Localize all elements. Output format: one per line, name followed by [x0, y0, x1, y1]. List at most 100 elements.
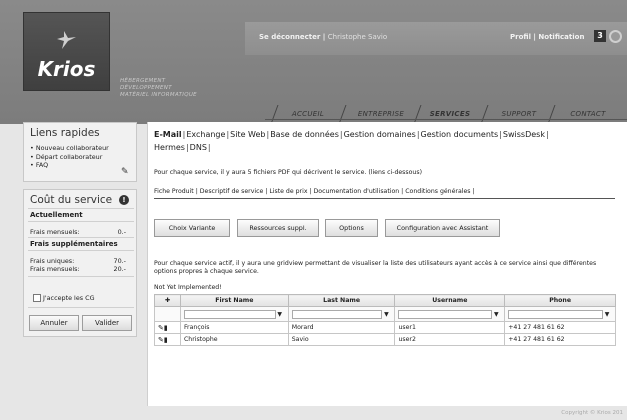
cell-phone: +41 27 481 61 62	[504, 321, 616, 334]
divider	[28, 237, 134, 238]
doc-tab-product-sheet[interactable]: Fiche Produit	[154, 188, 194, 195]
cost-title: Coût du service	[30, 194, 113, 206]
divider	[28, 221, 134, 222]
unique-costs-label: Frais uniques:	[30, 257, 75, 265]
filter-username[interactable]: ▼	[394, 306, 506, 322]
unique-costs-value: 70.-	[113, 257, 126, 265]
divider	[28, 250, 134, 251]
filter-last-name[interactable]: ▼	[287, 306, 396, 322]
tab-domains[interactable]: Gestion domaines	[344, 130, 416, 139]
divider	[28, 307, 134, 308]
tab-site-web[interactable]: Site Web	[230, 130, 265, 139]
divider	[28, 208, 134, 209]
extra-resources-button[interactable]: Ressources suppl.	[237, 219, 319, 237]
tab-dns[interactable]: DNS	[190, 143, 207, 152]
gridview-description: Pour chaque service actif, il y aura une…	[154, 260, 597, 275]
cancel-button[interactable]: Annuler	[29, 315, 79, 331]
add-row-icon[interactable]: ✚	[154, 294, 181, 307]
choose-variant-button[interactable]: Choix Variante	[154, 219, 230, 237]
brand-name: Krios	[37, 57, 96, 81]
cell-first-name: François	[179, 321, 289, 334]
nav-accueil[interactable]: ACCUEIL	[279, 104, 337, 124]
col-last-name[interactable]: Last Name	[287, 294, 396, 307]
quicklinks-panel: Liens rapides Nouveau collaborateur Dépa…	[23, 122, 137, 182]
nav-support[interactable]: SUPPORT	[490, 104, 548, 124]
notification-link[interactable]: Notification	[538, 33, 584, 41]
logout-area[interactable]: Se déconnecter | Christophe Savio	[259, 33, 387, 41]
chevron-down-icon: ▼	[604, 310, 610, 318]
grid-filter-row: ▼ ▼ ▼ ▼	[154, 306, 616, 322]
options-button[interactable]: Options	[325, 219, 378, 237]
accept-terms-checkbox[interactable]	[33, 294, 41, 302]
cost-panel: Coût du service ! Actuellement Frais men…	[23, 189, 137, 337]
divider	[28, 276, 134, 277]
cell-username: user2	[394, 333, 506, 346]
tab-database[interactable]: Base de données	[270, 130, 339, 139]
quicklink-faq[interactable]: FAQ	[30, 161, 109, 170]
filter-empty-cell	[154, 306, 181, 322]
logout-link[interactable]: Se déconnecter	[259, 33, 320, 41]
nav-baseline	[265, 119, 627, 120]
delete-icon[interactable]: ▮	[164, 324, 168, 332]
extra-costs-label: Frais supplémentaires	[30, 240, 118, 248]
extra-monthly-label: Frais mensuels:	[30, 265, 80, 273]
col-first-name[interactable]: First Name	[179, 294, 289, 307]
table-row: ✎▮ François Morard user1 +41 27 481 61 6…	[154, 321, 616, 334]
service-tabs: E-Mail|Exchange|Site Web|Base de données…	[154, 130, 549, 152]
profile-area: Profil | Notification	[510, 33, 585, 41]
monthly-label: Frais mensuels:	[30, 228, 80, 236]
not-implemented-label: Not Yet Implemented!	[154, 284, 222, 291]
doc-tab-user-documentation[interactable]: Documentation d'utilisation	[314, 188, 400, 195]
col-username[interactable]: Username	[394, 294, 506, 307]
main-nav: ACCUEIL ENTREPRISE SERVICES SUPPORT CONT…	[0, 104, 627, 124]
profil-link[interactable]: Profil	[510, 33, 531, 41]
pencil-icon[interactable]: ✎	[121, 167, 129, 177]
nav-services[interactable]: SERVICES	[421, 104, 479, 124]
quicklink-new-collaborator[interactable]: Nouveau collaborateur	[30, 144, 109, 153]
configuration-wizard-button[interactable]: Configuration avec Assistant	[385, 219, 500, 237]
main-panel: E-Mail|Exchange|Site Web|Base de données…	[147, 122, 627, 406]
row-actions: ✎▮	[154, 333, 181, 346]
nav-contact[interactable]: CONTACT	[558, 104, 618, 124]
quicklink-leaving-collaborator[interactable]: Départ collaborateur	[30, 153, 109, 162]
info-icon[interactable]: !	[119, 195, 129, 205]
accept-terms-label: J'accepte les CG	[43, 294, 95, 302]
document-tabs: Fiche Produit | Descriptif de service | …	[154, 188, 475, 195]
tagline: HÉBERGEMENT DÉVELOPPEMENT MATÉRIEL INFOR…	[120, 78, 197, 98]
bird-logo-icon	[57, 31, 76, 49]
monthly-value: 0.-	[117, 228, 126, 236]
quicklinks-list: Nouveau collaborateur Départ collaborate…	[30, 144, 109, 170]
grid-header-row: ✚ First Name Last Name Username Phone	[154, 294, 616, 307]
filter-phone[interactable]: ▼	[504, 306, 616, 322]
chevron-down-icon: ▼	[384, 310, 389, 318]
quicklinks-title: Liens rapides	[30, 127, 100, 139]
cell-username: user1	[394, 321, 506, 334]
cell-last-name: Savio	[287, 333, 396, 346]
users-grid: ✚ First Name Last Name Username Phone ▼ …	[154, 294, 616, 346]
tab-documents[interactable]: Gestion documents	[421, 130, 499, 139]
settings-gear-icon[interactable]	[609, 30, 622, 43]
delete-icon[interactable]: ▮	[164, 336, 168, 344]
tab-swissdesk[interactable]: SwissDesk	[503, 130, 545, 139]
filter-first-name[interactable]: ▼	[179, 306, 289, 322]
tab-exchange[interactable]: Exchange	[186, 130, 225, 139]
doc-tab-service-description[interactable]: Descriptif de service	[200, 188, 264, 195]
table-row: ✎▮ Christophe Savio user2 +41 27 481 61 …	[154, 333, 616, 346]
user-name: Christophe Savio	[327, 33, 388, 41]
intro-text: Pour chaque service, il y aura 5 fichier…	[154, 169, 422, 176]
col-phone[interactable]: Phone	[504, 294, 616, 307]
krios-logo[interactable]: Krios	[23, 12, 110, 91]
tab-hermes[interactable]: Hermes	[154, 143, 185, 152]
current-label: Actuellement	[30, 211, 83, 219]
extra-monthly-value: 20.-	[113, 265, 126, 273]
doc-tab-price-list[interactable]: Liste de prix	[269, 188, 307, 195]
footer-copyright: Copyright © Krios 201	[561, 410, 623, 416]
notification-badge[interactable]: 3	[594, 30, 606, 42]
chevron-down-icon: ▼	[277, 310, 283, 318]
validate-button[interactable]: Valider	[82, 315, 132, 331]
tab-email[interactable]: E-Mail	[154, 130, 182, 139]
doc-tab-terms[interactable]: Conditions générales	[405, 188, 470, 195]
document-tabs-underline	[154, 198, 615, 199]
row-actions: ✎▮	[154, 321, 181, 334]
nav-entreprise[interactable]: ENTREPRISE	[348, 104, 414, 124]
